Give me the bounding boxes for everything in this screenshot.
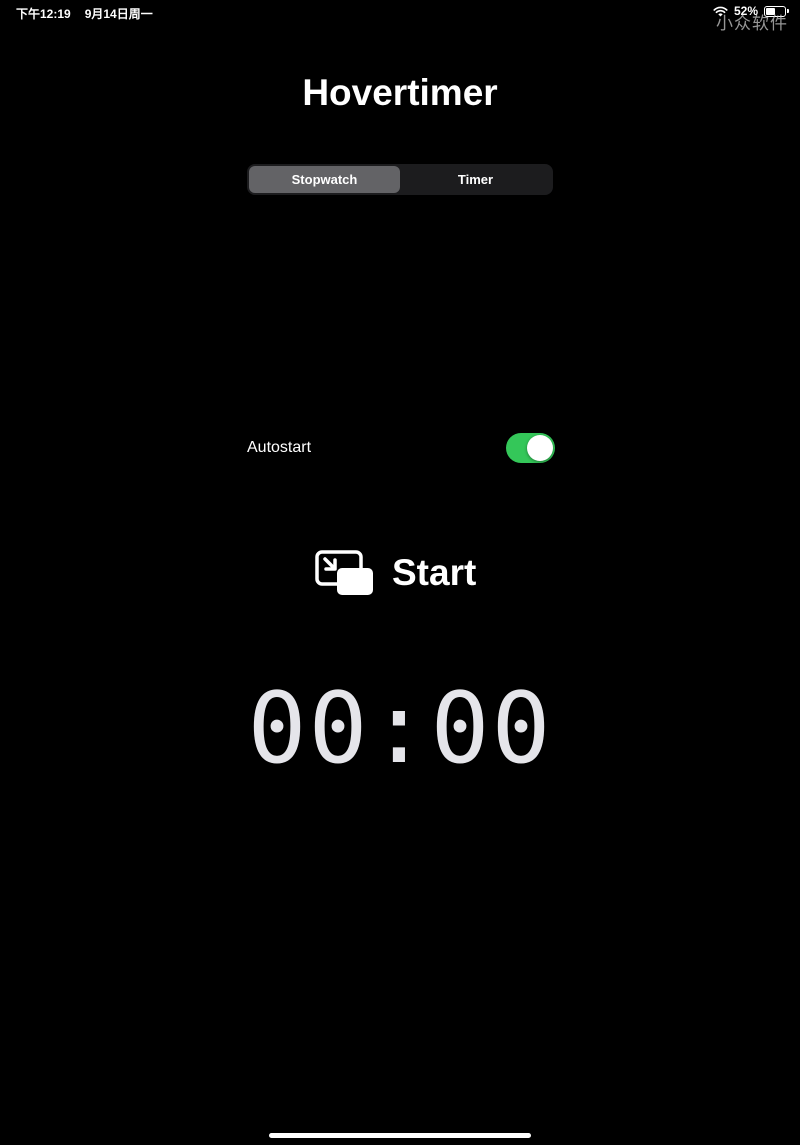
pip-icon — [314, 549, 374, 597]
segment-timer[interactable]: Timer — [400, 166, 551, 193]
status-time: 下午12:19 — [16, 7, 71, 21]
toggle-knob — [527, 434, 553, 461]
status-left: 下午12:19 9月14日周一 — [16, 5, 153, 22]
home-indicator[interactable] — [269, 1133, 531, 1138]
mode-segmented-control: Stopwatch Timer — [247, 164, 553, 195]
segment-stopwatch[interactable]: Stopwatch — [249, 166, 400, 193]
autostart-toggle[interactable] — [506, 432, 555, 463]
start-button[interactable]: Start — [314, 545, 476, 601]
app-title: Hovertimer — [302, 72, 498, 113]
autostart-row: Autostart — [247, 432, 555, 463]
status-bar: 下午12:19 9月14日周一 52% 小众软件 — [0, 0, 800, 34]
status-date: 9月14日周一 — [84, 7, 153, 21]
watermark-logo: 小众软件 — [716, 14, 788, 34]
autostart-label: Autostart — [247, 438, 312, 456]
timer-display: 00:00 — [247, 672, 553, 786]
start-label: Start — [392, 552, 477, 593]
